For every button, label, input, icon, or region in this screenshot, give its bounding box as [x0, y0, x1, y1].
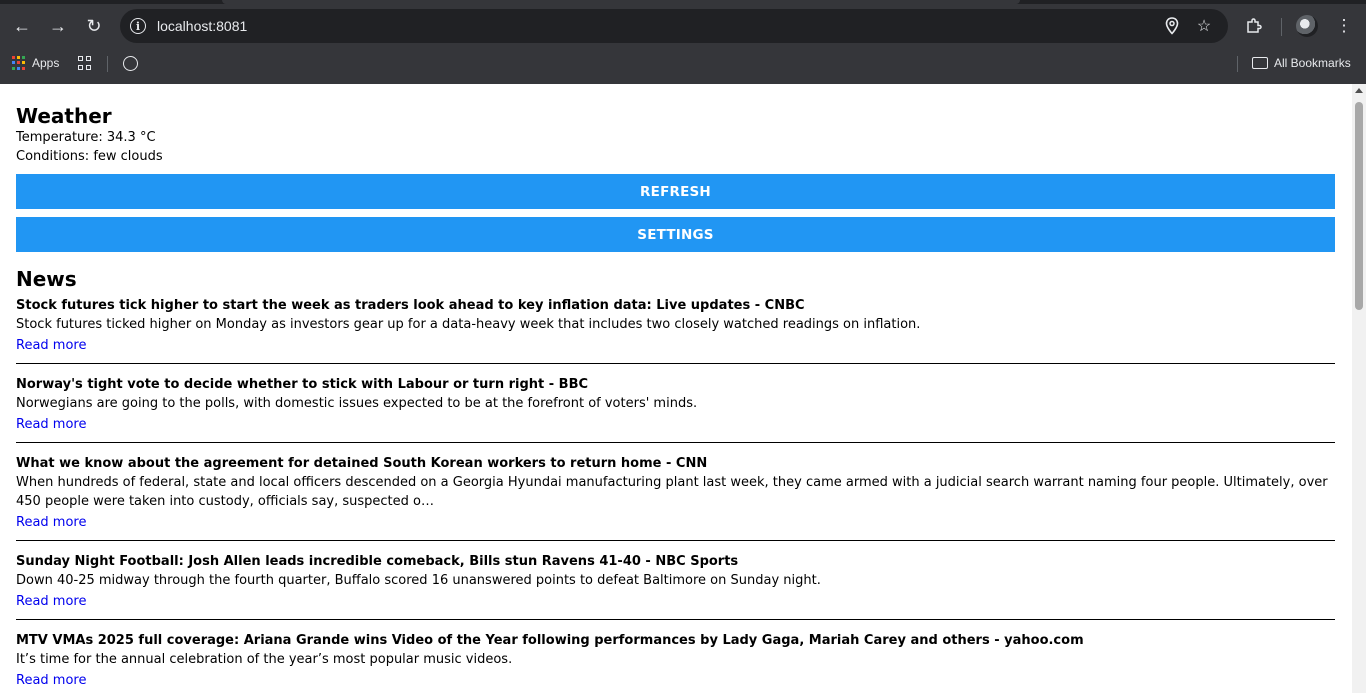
tab-groups-icon [78, 56, 92, 70]
news-description: When hundreds of federal, state and loca… [16, 475, 1328, 509]
settings-button[interactable]: SETTINGS [16, 217, 1335, 252]
news-list: Stock futures tick higher to start the w… [16, 296, 1335, 693]
globe-icon [123, 55, 138, 71]
page-content: Weather Temperature: 34.3 °C Conditions:… [0, 84, 1352, 693]
bookmark-globe[interactable] [123, 54, 138, 72]
read-more-link[interactable]: Read more [16, 415, 86, 434]
folder-icon [1252, 57, 1268, 69]
read-more-link[interactable]: Read more [16, 592, 86, 611]
refresh-button[interactable]: REFRESH [16, 174, 1335, 209]
active-tab-edge [222, 0, 1020, 4]
news-description: It’s time for the annual celebration of … [16, 652, 513, 667]
toolbar-separator [1281, 18, 1282, 36]
news-description: Norwegians are going to the polls, with … [16, 396, 698, 411]
news-title: Norway's tight vote to decide whether to… [16, 377, 589, 392]
browser-toolbar: ← → ↻ i localhost:8081 ☆ ⋮ [0, 6, 1366, 46]
bookmark-tab-groups[interactable] [78, 54, 92, 72]
bookmark-separator [107, 56, 108, 72]
news-item: Stock futures tick higher to start the w… [16, 296, 1335, 364]
read-more-link[interactable]: Read more [16, 513, 86, 532]
news-item: Norway's tight vote to decide whether to… [16, 375, 1335, 443]
news-item: What we know about the agreement for det… [16, 454, 1335, 541]
news-description: Down 40-25 midway through the fourth qua… [16, 573, 821, 588]
address-url[interactable]: localhost:8081 [157, 18, 247, 34]
read-more-link[interactable]: Read more [16, 336, 86, 355]
reload-icon[interactable]: ↻ [80, 12, 108, 40]
kebab-menu-icon[interactable]: ⋮ [1330, 12, 1358, 40]
news-description: Stock futures ticked higher on Monday as… [16, 317, 921, 332]
news-title: What we know about the agreement for det… [16, 456, 708, 471]
bookmark-apps-label: Apps [32, 56, 60, 70]
news-heading: News [16, 267, 77, 291]
extensions-puzzle-icon[interactable] [1240, 12, 1268, 40]
news-title: Sunday Night Football: Josh Allen leads … [16, 554, 739, 569]
back-arrow-icon[interactable]: ← [8, 12, 36, 40]
address-bar[interactable]: i localhost:8081 ☆ [120, 9, 1228, 43]
scroll-up-arrow-icon[interactable] [1355, 88, 1363, 93]
apps-grid-icon [12, 56, 26, 70]
scrollbar-thumb[interactable] [1355, 102, 1363, 310]
weather-heading: Weather [16, 104, 112, 128]
weather-conditions: Conditions: few clouds [16, 149, 163, 164]
site-info-icon[interactable]: i [130, 18, 146, 34]
news-title: Stock futures tick higher to start the w… [16, 298, 805, 313]
bookmark-apps[interactable]: Apps [12, 54, 59, 72]
bookmarks-bar: Apps All Bookmarks [0, 50, 1366, 76]
forward-arrow-icon[interactable]: → [44, 12, 72, 40]
news-title: MTV VMAs 2025 full coverage: Ariana Gran… [16, 633, 1084, 648]
bookmark-all-bookmarks[interactable]: All Bookmarks [1252, 54, 1351, 72]
read-more-link[interactable]: Read more [16, 671, 86, 690]
weather-temperature: Temperature: 34.3 °C [16, 130, 156, 145]
news-item: Sunday Night Football: Josh Allen leads … [16, 552, 1335, 620]
profile-avatar[interactable] [1296, 15, 1318, 37]
location-pin-icon[interactable] [1162, 16, 1182, 36]
all-bookmarks-label: All Bookmarks [1274, 56, 1351, 70]
news-item: MTV VMAs 2025 full coverage: Ariana Gran… [16, 631, 1335, 693]
bookmark-star-icon[interactable]: ☆ [1194, 16, 1214, 36]
browser-chrome: ← → ↻ i localhost:8081 ☆ ⋮ Apps All Book… [0, 0, 1366, 84]
page-scrollbar[interactable] [1352, 84, 1366, 693]
bookmark-separator-right [1237, 56, 1238, 72]
